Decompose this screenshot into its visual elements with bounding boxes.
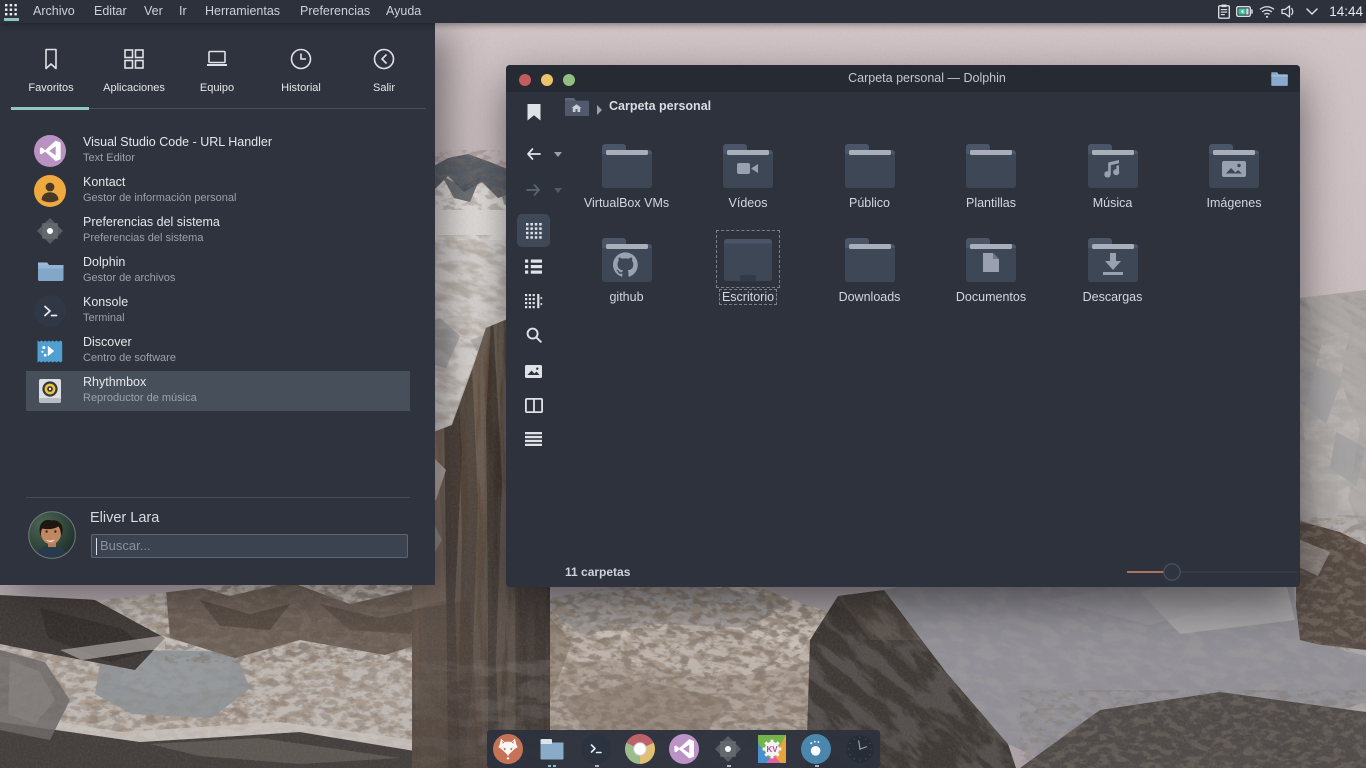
svg-text:KV: KV bbox=[766, 745, 778, 754]
